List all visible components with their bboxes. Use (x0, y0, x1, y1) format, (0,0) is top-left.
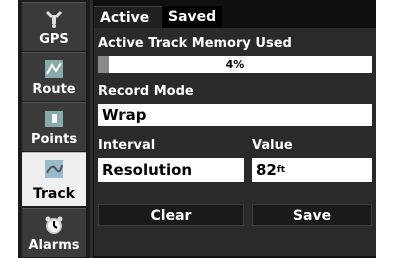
sidebar-item-alarms[interactable]: Alarms (22, 208, 86, 257)
sidebar-item-label: GPS (39, 32, 69, 47)
points-icon (45, 111, 63, 127)
tab-saved[interactable]: Saved (162, 6, 222, 28)
value-number: 82 (256, 161, 277, 179)
value-unit: ft (276, 165, 286, 175)
clear-button[interactable]: Clear (98, 204, 244, 226)
sidebar-item-points[interactable]: Points (22, 102, 86, 151)
sidebar-item-track[interactable]: Track (22, 152, 86, 206)
record-mode-field[interactable]: Wrap (98, 104, 372, 126)
gps-icon (45, 10, 63, 28)
sidebar-item-route[interactable]: Route (22, 52, 86, 101)
alarms-icon (45, 216, 63, 234)
memory-label: Active Track Memory Used (98, 36, 292, 51)
track-icon (45, 160, 63, 178)
save-button[interactable]: Save (252, 204, 372, 226)
route-icon (45, 60, 63, 78)
memory-progress-bar: 4% (98, 56, 372, 73)
sidebar-item-gps[interactable]: GPS (22, 2, 86, 51)
sidebar-item-label: Points (30, 132, 78, 147)
track-panel: Active Track Memory Used 4% Record Mode … (94, 28, 376, 256)
value-field[interactable]: 82ft (252, 158, 372, 182)
sidebar-item-label: Alarms (28, 238, 80, 253)
interval-label: Interval (98, 138, 156, 153)
value-label: Value (252, 138, 293, 153)
sidebar-item-label: Route (32, 82, 76, 97)
sidebar-item-label: Track (33, 186, 75, 202)
gps-screen: GPS Route Points Track Alarms Active Sav… (18, 0, 376, 258)
record-mode-label: Record Mode (98, 84, 194, 99)
interval-field[interactable]: Resolution (98, 158, 244, 182)
sidebar-scroll-edge (90, 0, 93, 258)
memory-percent: 4% (225, 58, 245, 71)
sidebar: GPS Route Points Track Alarms (18, 0, 90, 258)
device-frame: GPS Route Points Track Alarms Active Sav… (0, 0, 400, 258)
tab-active[interactable]: Active (94, 6, 162, 28)
